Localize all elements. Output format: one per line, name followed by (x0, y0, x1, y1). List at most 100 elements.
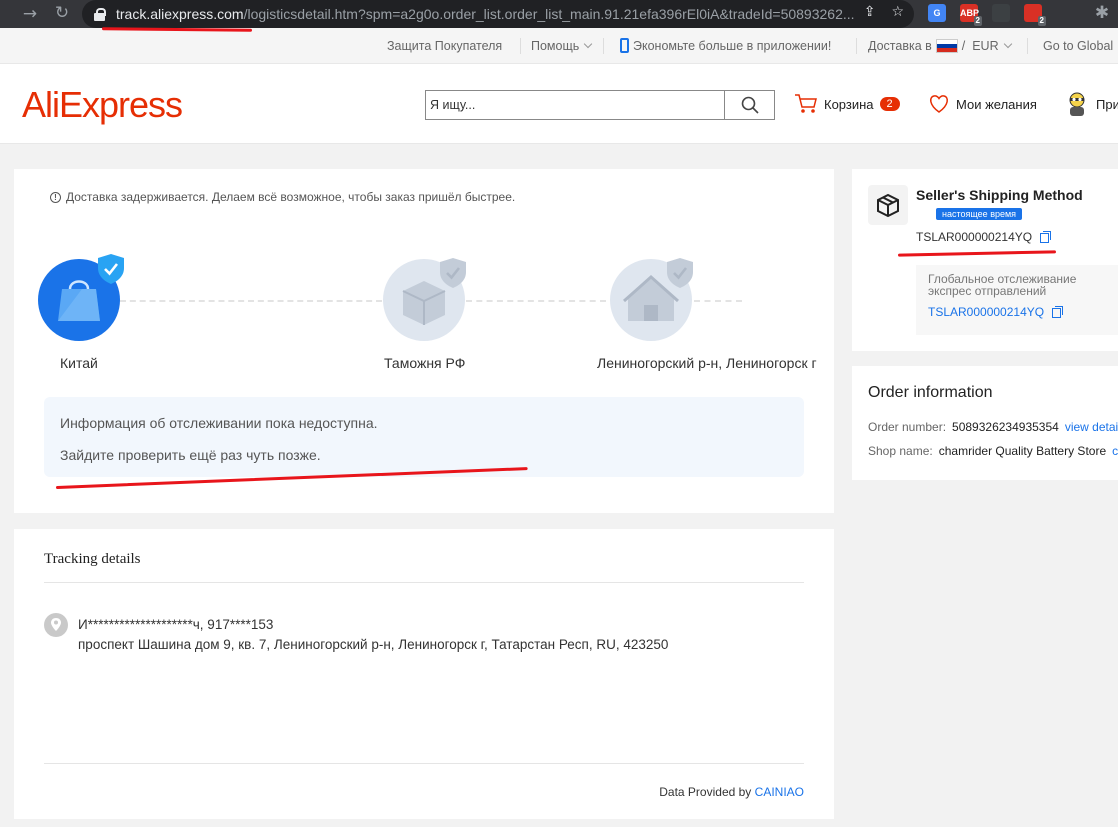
aliexpress-logo[interactable]: AliExpress (22, 84, 183, 126)
divider (1027, 38, 1028, 54)
extension-count-badge: 2 (973, 16, 982, 26)
copy-icon[interactable] (1040, 230, 1052, 243)
address-bar[interactable]: track.aliexpress.com/logisticsdetail.htm… (82, 0, 914, 28)
site-header: AliExpress Корзина 2 Мои желания При (0, 64, 1118, 144)
package-icon (868, 185, 908, 225)
tracking-number: TSLAR000000214YQ (916, 230, 1052, 244)
location-pin-icon (44, 613, 68, 637)
shop-name-value: chamrider Quality Battery Store (938, 444, 1107, 458)
phone-icon (620, 38, 629, 54)
avatar-icon (1069, 92, 1085, 116)
order-number-row: Order number: 5089326234935354 view detai (868, 420, 1118, 434)
cart-icon (795, 94, 817, 113)
delay-notice: ! Доставка задерживается. Делаем всё воз… (50, 190, 515, 204)
browser-toolbar: → ↻ track.aliexpress.com/logisticsdetail… (0, 0, 1118, 28)
tracking-unavailable-box: Информация об отслеживании пока недоступ… (44, 397, 804, 477)
data-provider-note: Data Provided by CAINIAO (659, 785, 804, 799)
help-label: Помощь (531, 39, 580, 53)
step-connector (120, 300, 382, 302)
bookmark-star-icon[interactable]: ☆ (891, 4, 904, 20)
top-nav: Защита Покупателя Помощь Экономьте больш… (0, 28, 1118, 64)
extension-count-badge: 2 (1037, 16, 1046, 26)
tracking-details-title: Tracking details (44, 551, 141, 567)
shipping-method-title: Seller's Shipping Method (916, 187, 1083, 203)
buyer-protection-link[interactable]: Защита Покупателя (387, 28, 502, 64)
info-line-1: Информация об отслеживании пока недоступ… (60, 415, 378, 431)
divider (44, 582, 804, 583)
checked-shield-icon (98, 254, 124, 284)
browser-extension-icon[interactable]: G (928, 4, 946, 22)
global-tracking-label: Глобальное отслеживание экспрес отправле… (928, 272, 1077, 298)
delivery-address: И********************ч, 917****153 просп… (78, 615, 668, 655)
russia-flag-icon (935, 38, 958, 53)
pending-shield-icon (667, 258, 693, 288)
global-tracking-number: TSLAR000000214YQ (928, 305, 1114, 319)
cart-count-badge: 2 (879, 97, 900, 111)
recipient-line: И********************ч, 917****153 (78, 617, 274, 632)
view-details-link[interactable]: view detai (1065, 420, 1118, 434)
app-promo-link[interactable]: Экономьте больше в приложении! (620, 28, 831, 64)
share-icon[interactable]: ⇪ (864, 4, 876, 20)
url-host: track.aliexpress.com (116, 6, 244, 22)
delivery-label: Доставка в (868, 39, 932, 53)
cart-label: Корзина (824, 96, 874, 112)
go-global-link[interactable]: Go to Global (1043, 28, 1113, 64)
tracking-details-card: Tracking details И********************ч,… (14, 529, 834, 819)
global-tracking-box: Глобальное отслеживание экспрес отправле… (916, 265, 1118, 335)
browser-extension-icon[interactable]: 2 (1024, 4, 1046, 26)
cainiao-link[interactable]: CAINIAO (755, 785, 804, 799)
delay-notice-text: Доставка задерживается. Делаем всё возмо… (66, 190, 516, 204)
search-button[interactable] (724, 91, 774, 119)
currency-label: EUR (972, 39, 999, 53)
search-input[interactable] (426, 91, 724, 119)
wishlist-link[interactable]: Мои желания (928, 90, 1037, 118)
realtime-badge: настоящее время (936, 208, 1023, 220)
divider (603, 38, 604, 54)
provided-by-label: Data Provided by (659, 785, 752, 799)
browser-extension-icon[interactable] (992, 4, 1010, 22)
cart-link[interactable]: Корзина 2 (794, 90, 900, 118)
lock-icon[interactable] (94, 7, 106, 21)
extensions-puzzle-icon[interactable]: ✱ (1088, 3, 1116, 23)
contact-seller-link[interactable]: c (1112, 444, 1118, 458)
order-information-title: Order information (868, 384, 993, 401)
shop-name-label: Shop name: (868, 444, 933, 458)
address-line: проспект Шашина дом 9, кв. 7, Лениногорс… (78, 637, 669, 652)
info-line-2: Зайдите проверить ещё раз чуть позже. (60, 447, 321, 463)
url-text: track.aliexpress.com/logisticsdetail.htm… (116, 6, 855, 22)
step-label-destination: Лениногорский р-н, Лениногорск г (597, 355, 817, 371)
order-information-card: Order information Order number: 508932623… (852, 366, 1118, 480)
step-label-customs: Таможня РФ (384, 355, 466, 371)
help-menu[interactable]: Помощь (531, 28, 593, 64)
global-tracking-number-link[interactable]: TSLAR000000214YQ (928, 305, 1044, 319)
tracking-number-text: TSLAR000000214YQ (916, 230, 1033, 244)
divider (520, 38, 521, 54)
divider (44, 763, 804, 764)
divider (856, 38, 857, 54)
url-path: /logisticsdetail.htm?spm=a2g0o.order_lis… (243, 6, 855, 22)
chevron-down-icon (1003, 39, 1012, 49)
delivery-region-menu[interactable]: Доставка в / EUR (868, 28, 1012, 64)
search-box (425, 90, 775, 120)
copy-icon[interactable] (1052, 305, 1064, 318)
shipping-method-card: Seller's Shipping Method настоящее время… (852, 169, 1118, 351)
pending-shield-icon (440, 258, 466, 288)
account-label: При (1096, 96, 1118, 112)
heart-icon (929, 95, 949, 113)
order-number-label: Order number: (868, 420, 947, 434)
info-icon: ! (50, 191, 61, 203)
wishlist-label: Мои желания (956, 96, 1037, 112)
shop-name-row: Shop name: chamrider Quality Battery Stor… (868, 444, 1118, 458)
order-number-value: 5089326234935354 (952, 420, 1059, 434)
browser-extension-icon[interactable]: ABP 2 (960, 4, 982, 26)
tracking-status-card: ! Доставка задерживается. Делаем всё воз… (14, 169, 834, 513)
account-menu[interactable]: При (1066, 90, 1118, 118)
step-label-china: Китай (60, 355, 98, 371)
step-connector (694, 300, 742, 302)
app-promo-label: Экономьте больше в приложении! (633, 39, 832, 53)
chevron-down-icon (584, 39, 593, 49)
step-connector (466, 300, 606, 302)
search-icon (741, 96, 759, 114)
reload-icon[interactable]: ↻ (48, 3, 76, 23)
forward-icon[interactable]: → (16, 4, 44, 24)
